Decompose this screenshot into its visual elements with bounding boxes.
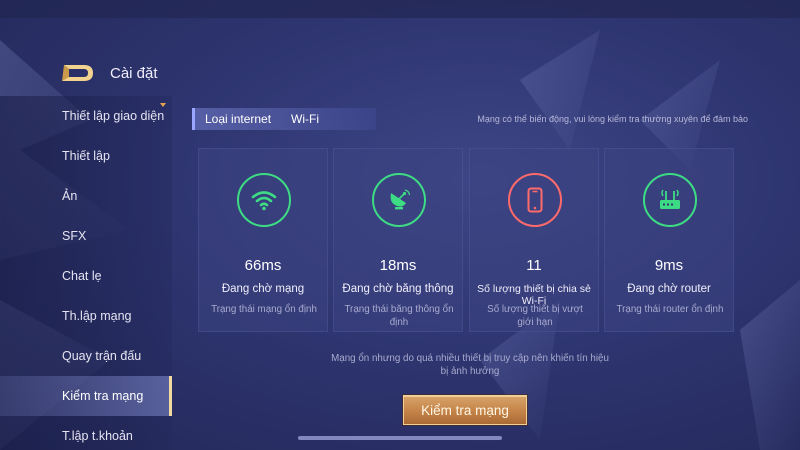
sidebar-item-sound[interactable]: Ản (0, 176, 172, 216)
bandwidth-card: 18ms Đang chờ băng thông Trạng thái băng… (333, 148, 463, 332)
header: Cài đặt (60, 58, 158, 88)
network-stats-cards: 66ms Đang chờ mạng Trạng thái mạng ổn đị… (198, 148, 734, 332)
sidebar-item-account-settings[interactable]: T.lập t.khoản (0, 416, 172, 450)
bandwidth-description: Trạng thái băng thông ổn định (344, 304, 454, 328)
sidebar-item-network-check[interactable]: Kiểm tra mạng (0, 376, 172, 416)
bandwidth-value: 18ms (379, 257, 417, 274)
new-indicator-icon (160, 103, 166, 107)
internet-type-label: Loại internet (205, 112, 272, 126)
router-icon (643, 173, 697, 227)
sidebar-item-network-settings[interactable]: Th.lập mạng (0, 296, 172, 336)
wifi-icon (237, 173, 291, 227)
router-description: Trạng thái router ổn định (616, 304, 724, 315)
check-network-button[interactable]: Kiểm tra mạng (403, 395, 527, 425)
home-indicator[interactable] (298, 436, 502, 440)
sidebar-item-quick-chat[interactable]: Chat lẹ (0, 256, 172, 296)
latency-value: 66ms (244, 257, 282, 274)
shared-devices-card: 11 Số lượng thiết bị chia sẻ Wi-Fi Số lư… (469, 148, 599, 332)
shared-devices-value: 11 (526, 257, 542, 274)
latency-description: Trạng thái mạng ổn định (211, 304, 317, 315)
network-latency-card: 66ms Đang chờ mạng Trạng thái mạng ổn đị… (198, 148, 328, 332)
internet-type-bar: Loại internet Wi-Fi (192, 108, 376, 130)
internet-type-value: Wi-Fi (291, 112, 319, 126)
sidebar-item-sfx[interactable]: SFX (0, 216, 172, 256)
router-card: 9ms Đang chờ router Trạng thái router ổn… (604, 148, 734, 332)
page-title: Cài đặt (110, 64, 158, 82)
settings-sidebar: Thiết lập giao diện Thiết lập Ản SFX Cha… (0, 96, 172, 450)
bandwidth-status: Đang chờ băng thông (342, 283, 454, 295)
network-notice: Mạng có thể biến động, vui lòng kiểm tra… (477, 114, 748, 124)
satellite-dish-icon (372, 173, 426, 227)
sidebar-item-interface[interactable]: Thiết lập giao diện (0, 96, 172, 136)
router-status: Đang chờ router (627, 283, 711, 295)
phone-icon (508, 173, 562, 227)
back-arrow-icon[interactable] (60, 62, 96, 84)
shared-devices-description: Số lượng thiết bị vượt giới hạn (487, 304, 583, 328)
latency-status: Đang chờ mạng (221, 283, 305, 295)
sidebar-item-settings[interactable]: Thiết lập (0, 136, 172, 176)
router-value: 9ms (654, 257, 684, 274)
network-summary-note: Mạng ổn nhưng do quá nhiều thiết bị truy… (331, 353, 609, 377)
sidebar-item-replay[interactable]: Quay trận đấu (0, 336, 172, 376)
